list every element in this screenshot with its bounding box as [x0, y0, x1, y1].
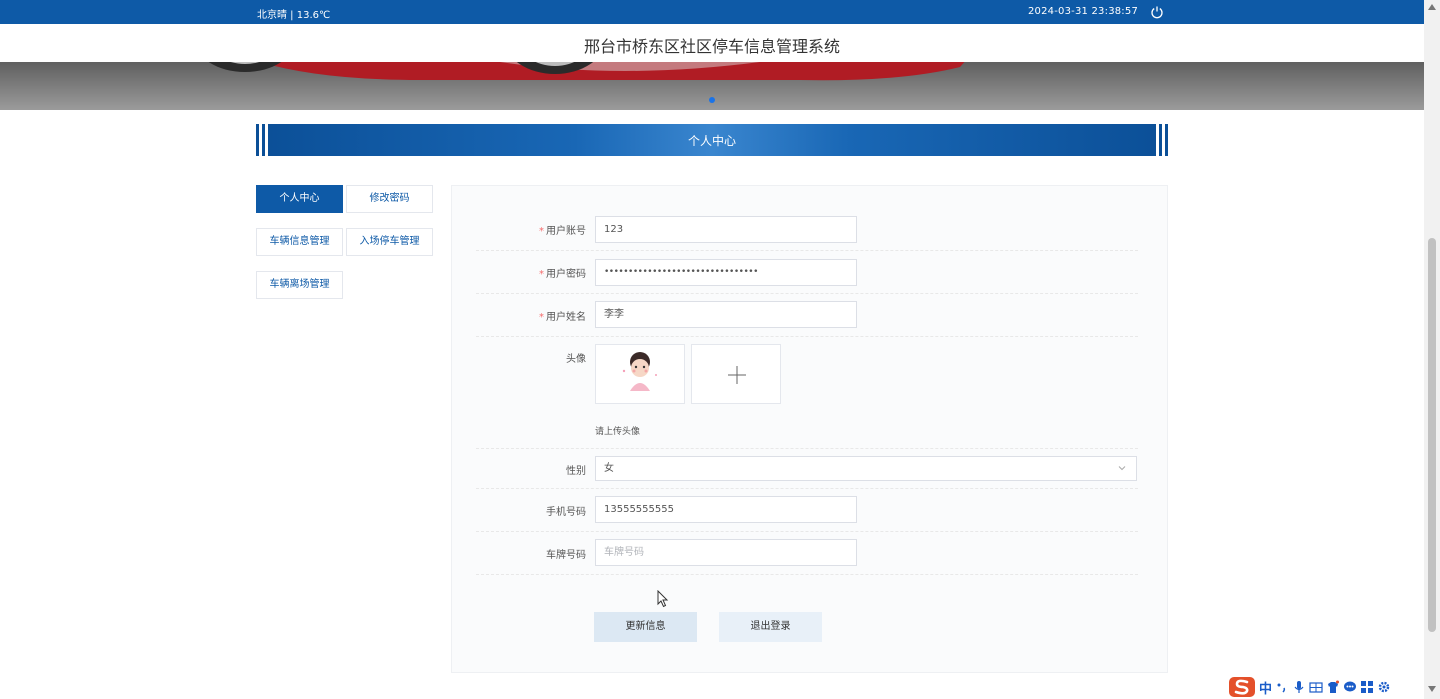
- logout-button[interactable]: 退出登录: [719, 612, 822, 642]
- section-title: 个人中心: [687, 134, 736, 148]
- mouse-cursor-icon: [657, 590, 669, 608]
- avatar-preview[interactable]: [595, 344, 685, 404]
- apps-grid-icon[interactable]: [1360, 680, 1374, 694]
- menu-item-vehicle-info[interactable]: 车辆信息管理: [256, 228, 343, 256]
- microphone-icon[interactable]: [1292, 680, 1306, 694]
- avatar-image: [622, 352, 657, 391]
- scroll-up-icon[interactable]: [1428, 4, 1436, 10]
- scrollbar-thumb[interactable]: [1428, 238, 1436, 632]
- settings-icon[interactable]: [1377, 680, 1391, 694]
- car-banner-image: [208, 62, 965, 81]
- ime-language-indicator[interactable]: 中: [1259, 678, 1272, 697]
- section-header: 个人中心: [256, 124, 1168, 156]
- chevron-down-icon: [1118, 466, 1126, 471]
- power-icon[interactable]: [1150, 5, 1164, 19]
- update-info-button[interactable]: 更新信息: [594, 612, 697, 642]
- gender-select[interactable]: 女: [595, 456, 1137, 481]
- menu-item-parking-entry[interactable]: 入场停车管理: [346, 228, 433, 256]
- name-input[interactable]: 李李: [595, 301, 857, 328]
- menu-item-vehicle-exit[interactable]: 车辆离场管理: [256, 271, 343, 299]
- plus-icon: [728, 366, 746, 384]
- carousel-indicator[interactable]: [709, 97, 715, 103]
- weather-text: 北京晴 | 13.6℃: [257, 10, 331, 21]
- phone-label: 手机号码: [546, 507, 586, 518]
- datetime-text: 2024-03-31 23:38:57: [1028, 6, 1139, 17]
- page-title: 邢台市桥东区社区停车信息管理系统: [583, 37, 840, 56]
- phone-input[interactable]: 13555555555: [595, 496, 857, 523]
- avatar-label: 头像: [566, 354, 586, 365]
- ime-toolbar[interactable]: 中: [1228, 676, 1391, 698]
- punctuation-icon[interactable]: [1275, 680, 1289, 694]
- gender-label: 性别: [566, 466, 586, 477]
- banner-carousel[interactable]: [0, 62, 1424, 110]
- skin-icon[interactable]: [1326, 680, 1340, 694]
- header: 邢台市桥东区社区停车信息管理系统: [0, 24, 1424, 62]
- account-input[interactable]: 123: [595, 216, 857, 243]
- plate-label: 车牌号码: [546, 550, 586, 561]
- gender-value: 女: [604, 463, 614, 474]
- account-label: * 用户账号: [539, 226, 586, 237]
- password-label: * 用户密码: [539, 269, 586, 280]
- password-input[interactable]: ••••••••••••••••••••••••••••••••: [595, 259, 857, 286]
- chat-icon[interactable]: [1343, 680, 1357, 694]
- page-scrollbar[interactable]: [1424, 0, 1440, 699]
- name-label: * 用户姓名: [539, 312, 586, 323]
- avatar-upload-hint: 请上传头像: [595, 427, 641, 437]
- avatar-upload-button[interactable]: [691, 344, 781, 404]
- keyboard-icon[interactable]: [1309, 680, 1323, 694]
- menu-item-change-password[interactable]: 修改密码: [346, 185, 433, 213]
- plate-input[interactable]: 车牌号码: [595, 539, 857, 566]
- scroll-down-icon[interactable]: [1428, 686, 1436, 692]
- sogou-logo-icon[interactable]: [1228, 676, 1256, 698]
- menu-item-profile[interactable]: 个人中心: [256, 185, 343, 213]
- top-bar: 北京晴 | 13.6℃ 2024-03-31 23:38:57: [0, 0, 1424, 24]
